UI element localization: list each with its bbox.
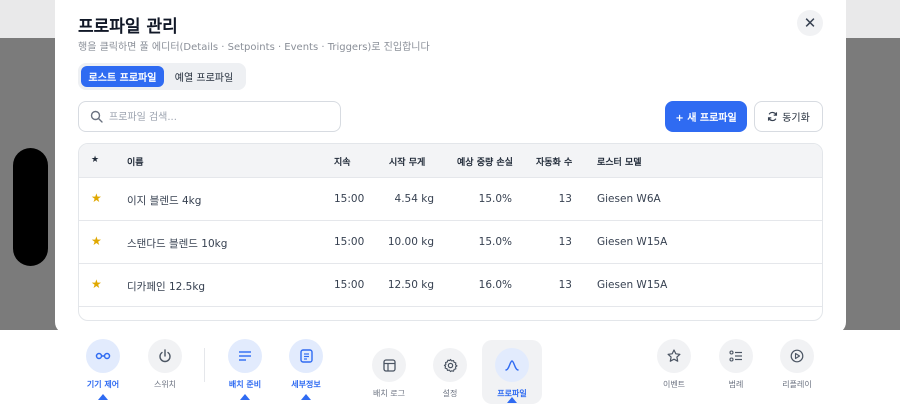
- cell-duration: 15:00: [334, 279, 365, 291]
- favorite-star-icon[interactable]: ★: [91, 234, 102, 248]
- cell-roaster-model: Giesen W15A: [597, 279, 668, 291]
- new-profile-button[interactable]: + 새 프로파일: [665, 101, 747, 132]
- curve-icon: [505, 360, 519, 371]
- nav-label: 이벤트: [662, 380, 686, 389]
- side-handle[interactable]: [13, 148, 48, 266]
- nav-circle: [86, 339, 120, 373]
- active-caret: [507, 397, 517, 403]
- search-icon: [90, 110, 103, 123]
- nav-device-control[interactable]: 기기 제어: [73, 339, 133, 409]
- nav-batch-prep[interactable]: 배치 준비: [215, 339, 275, 409]
- tab-roast-profile[interactable]: 로스트 프로파일: [81, 66, 164, 87]
- col-start-weight[interactable]: 시작 무게: [389, 155, 425, 168]
- nav-details[interactable]: 세부정보: [276, 339, 336, 409]
- close-button[interactable]: ✕: [797, 10, 823, 36]
- cell-name: 스탠다드 블렌드 10kg: [127, 238, 228, 250]
- play-icon: [790, 349, 804, 363]
- nav-circle: [148, 339, 182, 373]
- dialog-title: 프로파일 관리: [78, 17, 178, 37]
- cell-roaster-model: Giesen W6A: [597, 193, 661, 205]
- nav-switch[interactable]: 스위치: [135, 339, 195, 409]
- cell-name: 이지 블렌드 4kg: [127, 195, 202, 207]
- cell-duration: 15:00: [334, 193, 365, 205]
- nav-label: 세부정보: [291, 380, 321, 389]
- nav-profile[interactable]: 프로파일: [482, 348, 542, 414]
- cell-start-weight: 12.50 kg: [387, 279, 434, 291]
- col-duration[interactable]: 지속: [334, 155, 351, 168]
- cell-automation-count: 13: [558, 193, 572, 205]
- power-icon: [159, 349, 171, 363]
- profile-manager-dialog: 프로파일 관리 행을 클릭하면 풀 에디터(Details · Setpoint…: [55, 0, 846, 334]
- nav-batch-log[interactable]: 배치 로그: [359, 348, 419, 414]
- search-box: [78, 101, 341, 132]
- cell-start-weight: 10.00 kg: [387, 236, 434, 248]
- dialog-subtitle: 행을 클릭하면 풀 에디터(Details · Setpoints · Even…: [78, 42, 430, 53]
- col-name[interactable]: 이름: [127, 155, 144, 168]
- table-header: ★ 이름 지속 시작 무게 예상 중량 손실 자동화 수 로스터 모델: [79, 144, 822, 177]
- nav-label: 배치 준비: [228, 380, 262, 389]
- profile-tabs: 로스트 프로파일 예열 프로파일: [78, 63, 246, 90]
- nav-circle: [289, 339, 323, 373]
- nav-settings[interactable]: 설정: [420, 348, 480, 414]
- cell-duration: 15:00: [334, 236, 365, 248]
- cell-expected-loss: 16.0%: [478, 279, 512, 291]
- active-caret: [240, 394, 250, 400]
- gear-icon: [443, 358, 458, 372]
- sync-button[interactable]: 동기화: [754, 101, 823, 132]
- col-roaster-model[interactable]: 로스터 모델: [597, 155, 642, 168]
- active-caret: [301, 394, 311, 400]
- nav-label: 스위치: [153, 380, 177, 389]
- cell-expected-loss: 15.0%: [478, 193, 512, 205]
- close-icon: ✕: [803, 14, 817, 32]
- nav-circle: [780, 339, 814, 373]
- search-input[interactable]: [109, 108, 329, 126]
- cell-automation-count: 13: [558, 236, 572, 248]
- cell-name: 디카페인 12.5kg: [127, 281, 206, 293]
- nav-label: 기기 제어: [86, 380, 120, 389]
- document-icon: [299, 349, 313, 363]
- nav-events[interactable]: 이벤트: [644, 339, 704, 409]
- col-automation-count[interactable]: 자동화 수: [536, 155, 572, 168]
- cell-automation-count: 13: [558, 279, 572, 291]
- sync-label: 동기화: [782, 113, 810, 124]
- nav-circle: [228, 339, 262, 373]
- nav-circle: [433, 348, 467, 382]
- nav-circle: [719, 339, 753, 373]
- table-row[interactable]: ★ 디카페인 12.5kg 15:00 12.50 kg 16.0% 13 Gi…: [79, 263, 822, 306]
- nav-label: 리플레이: [782, 380, 812, 389]
- link-icon: [95, 352, 111, 360]
- table-row[interactable]: ★ 이지 블렌드 4kg 15:00 4.54 kg 15.0% 13 Gies…: [79, 177, 822, 220]
- refresh-icon: [768, 111, 778, 122]
- nav-label: 범례: [728, 380, 744, 389]
- window-icon: [382, 358, 396, 372]
- star-icon: [667, 349, 681, 362]
- col-expected-loss[interactable]: 예상 중량 손실: [457, 155, 513, 168]
- favorite-star-icon[interactable]: ★: [91, 277, 102, 291]
- profile-table: ★ 이름 지속 시작 무게 예상 중량 손실 자동화 수 로스터 모델 ★ 이지…: [78, 143, 823, 321]
- table-row-partial[interactable]: [79, 306, 822, 320]
- lines-icon: [239, 351, 251, 361]
- cell-start-weight: 4.54 kg: [394, 193, 434, 205]
- table-row[interactable]: ★ 스탠다드 블렌드 10kg 15:00 10.00 kg 15.0% 13 …: [79, 220, 822, 263]
- tab-preheat-profile[interactable]: 예열 프로파일: [166, 66, 242, 87]
- cell-roaster-model: Giesen W15A: [597, 236, 668, 248]
- nav-label: 설정: [442, 389, 458, 398]
- nav-legend[interactable]: 범례: [706, 339, 766, 409]
- favorite-star-icon[interactable]: ★: [91, 191, 102, 205]
- nav-circle: [372, 348, 406, 382]
- active-caret: [98, 394, 108, 400]
- legend-icon: [729, 350, 742, 362]
- cell-expected-loss: 15.0%: [478, 236, 512, 248]
- nav-circle: [657, 339, 691, 373]
- nav-label: 배치 로그: [373, 389, 405, 398]
- nav-circle: [495, 348, 529, 382]
- nav-replay[interactable]: 리플레이: [767, 339, 827, 409]
- nav-divider: [204, 348, 205, 382]
- col-favorite[interactable]: ★: [91, 155, 99, 165]
